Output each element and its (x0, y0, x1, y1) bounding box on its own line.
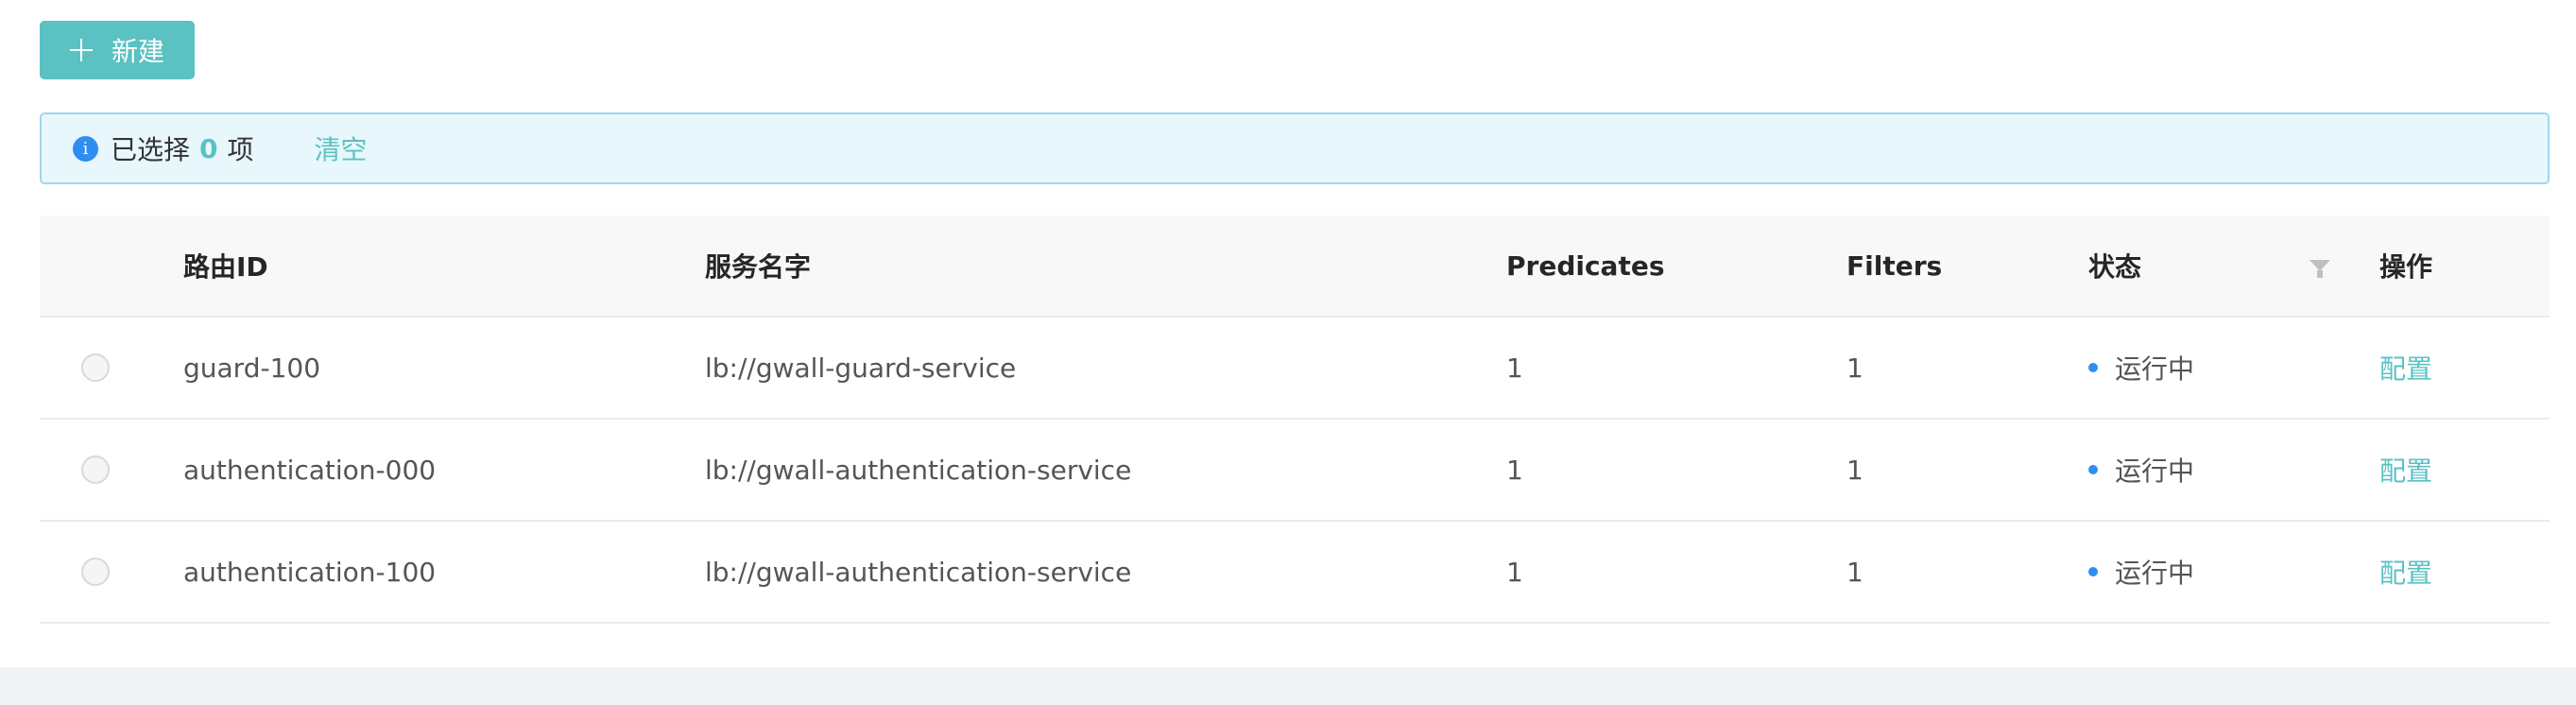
predicates-cell: 1 (1506, 454, 1523, 486)
radio-circle[interactable] (81, 456, 110, 484)
column-header-predicates: Predicates (1506, 249, 1665, 282)
status-cell: 运行中 (2088, 318, 2194, 418)
status-cell: 运行中 (2088, 522, 2194, 622)
status-text: 运行中 (2115, 353, 2195, 385)
status-text: 运行中 (2115, 456, 2195, 487)
new-button-label: 新建 (112, 36, 165, 67)
route-id-cell: authentication-000 (183, 454, 437, 486)
service-name-cell: lb://gwall-guard-service (705, 352, 1017, 384)
row-select-checkbox[interactable] (81, 420, 110, 520)
column-header-status: 状态 (2088, 251, 2142, 283)
radio-circle[interactable] (81, 353, 110, 382)
new-button[interactable]: 新建 (40, 21, 195, 79)
clear-selection-link[interactable]: 清空 (315, 129, 368, 167)
info-icon: i (73, 135, 98, 162)
column-header-actions: 操作 (2379, 251, 2433, 283)
status-dot-icon (2088, 465, 2098, 474)
table-header: 路由ID 服务名字 Predicates Filters 状态 操作 (40, 215, 2550, 318)
selection-prefix: 已选择 (111, 134, 191, 165)
status-cell: 运行中 (2088, 420, 2194, 520)
service-name-cell: lb://gwall-authentication-service (705, 556, 1132, 588)
plus-icon (70, 39, 93, 61)
row-select-checkbox[interactable] (81, 522, 110, 622)
predicates-cell: 1 (1506, 352, 1523, 384)
status-dot-icon (2088, 363, 2098, 372)
radio-circle[interactable] (81, 558, 110, 586)
routes-table: 路由ID 服务名字 Predicates Filters 状态 操作 guard… (40, 215, 2550, 624)
predicates-cell: 1 (1506, 556, 1523, 588)
route-id-cell: authentication-100 (183, 556, 437, 588)
filters-cell: 1 (1846, 454, 1863, 486)
column-header-route-id: 路由ID (183, 251, 268, 283)
filters-cell: 1 (1846, 556, 1863, 588)
status-text: 运行中 (2115, 558, 2195, 589)
configure-link[interactable]: 配置 (2379, 318, 2432, 418)
selection-alert: i 已选择 0 项 清空 (40, 112, 2550, 184)
filters-cell: 1 (1846, 352, 1863, 384)
status-filter-button[interactable] (2310, 215, 2330, 316)
route-id-cell: guard-100 (183, 352, 321, 384)
table-row: authentication-100 lb://gwall-authentica… (40, 522, 2550, 624)
page-footer-band (0, 667, 2576, 705)
column-header-filters: Filters (1846, 249, 1943, 282)
funnel-icon (2310, 260, 2330, 278)
configure-link[interactable]: 配置 (2379, 522, 2432, 622)
row-select-checkbox[interactable] (81, 318, 110, 418)
selection-suffix: 项 (227, 134, 254, 165)
table-row: guard-100 lb://gwall-guard-service 1 1 运… (40, 318, 2550, 420)
column-header-service-name: 服务名字 (705, 251, 812, 283)
table-row: authentication-000 lb://gwall-authentica… (40, 420, 2550, 522)
selection-count: 0 (199, 132, 218, 164)
status-dot-icon (2088, 567, 2098, 576)
configure-link[interactable]: 配置 (2379, 420, 2432, 520)
service-name-cell: lb://gwall-authentication-service (705, 454, 1132, 486)
